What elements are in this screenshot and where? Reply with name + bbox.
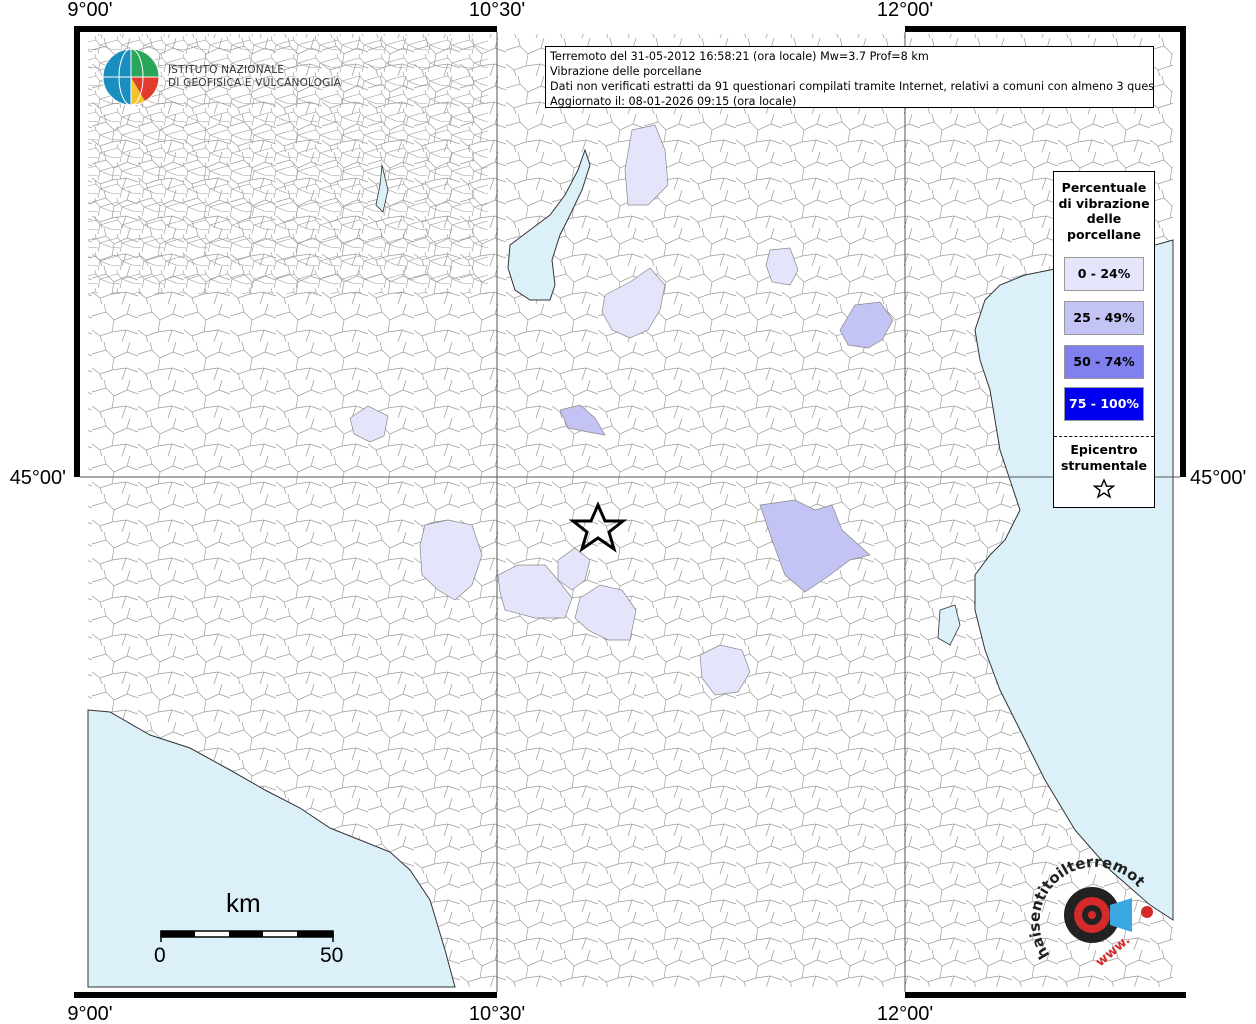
legend-epicenter-line: Epicentro [1070, 442, 1138, 457]
ingv-globe-icon [102, 48, 160, 106]
lon-label-bottom-2: 10°30' [469, 1003, 525, 1024]
ingv-line-2: DI GEOFISICA E VULCANOLOGIA [168, 77, 342, 89]
event-info-line-1: Terremoto del 31-05-2012 16:58:21 (ora l… [550, 50, 929, 63]
ingv-line-1: ISTITUTO NAZIONALE [168, 64, 285, 76]
legend-star-icon [1092, 478, 1116, 499]
lon-label-top-3: 12°00' [877, 0, 933, 21]
scale-unit: km [226, 888, 261, 918]
event-info-line-2: Vibrazione delle porcellane [550, 65, 702, 78]
legend-separator [1054, 436, 1154, 437]
lat-label-left: 45°00' [10, 467, 66, 489]
legend-title-line: Percentuale [1061, 180, 1147, 195]
legend-item-0-24: 0 - 24% [1064, 257, 1144, 291]
event-info-line-4: Aggiornato il: 08-01-2026 09:15 (ora loc… [550, 95, 797, 108]
legend-item-50-74: 50 - 74% [1064, 345, 1144, 379]
lon-label-top-2: 10°30' [469, 0, 525, 21]
legend-item-75-100: 75 - 100% [1064, 387, 1144, 421]
intensity-map: 9°00' 10°30' 12°00' 9°00' 10°30' 12°00' … [0, 0, 1246, 1024]
legend-epicenter-line: strumentale [1060, 457, 1148, 473]
legend-title-line: delle [1086, 211, 1122, 226]
lat-label-right: 45°00' [1190, 467, 1246, 489]
scale-max: 50 [320, 944, 344, 967]
legend: Percentuale di vibrazione delle porcella… [1053, 171, 1155, 508]
legend-item-25-49: 25 - 49% [1064, 301, 1144, 335]
ingv-logo-text: ISTITUTO NAZIONALE DI GEOFISICA E VULCAN… [168, 64, 341, 90]
legend-title-line: di vibrazione [1058, 195, 1150, 211]
legend-epicenter-label: Epicentro strumentale [1054, 442, 1154, 473]
lon-label-bottom-1: 9°00' [67, 1003, 112, 1024]
event-info-box: Terremoto del 31-05-2012 16:58:21 (ora l… [545, 46, 1154, 108]
event-info-line-3: Dati non verificati estratti da 91 quest… [550, 80, 1154, 93]
lon-label-bottom-3: 12°00' [877, 1003, 933, 1024]
legend-title-line: porcellane [1067, 226, 1141, 242]
legend-title: Percentuale di vibrazione delle porcella… [1054, 180, 1154, 242]
lon-label-top-1: 9°00' [67, 0, 112, 21]
scale-min: 0 [154, 944, 166, 967]
